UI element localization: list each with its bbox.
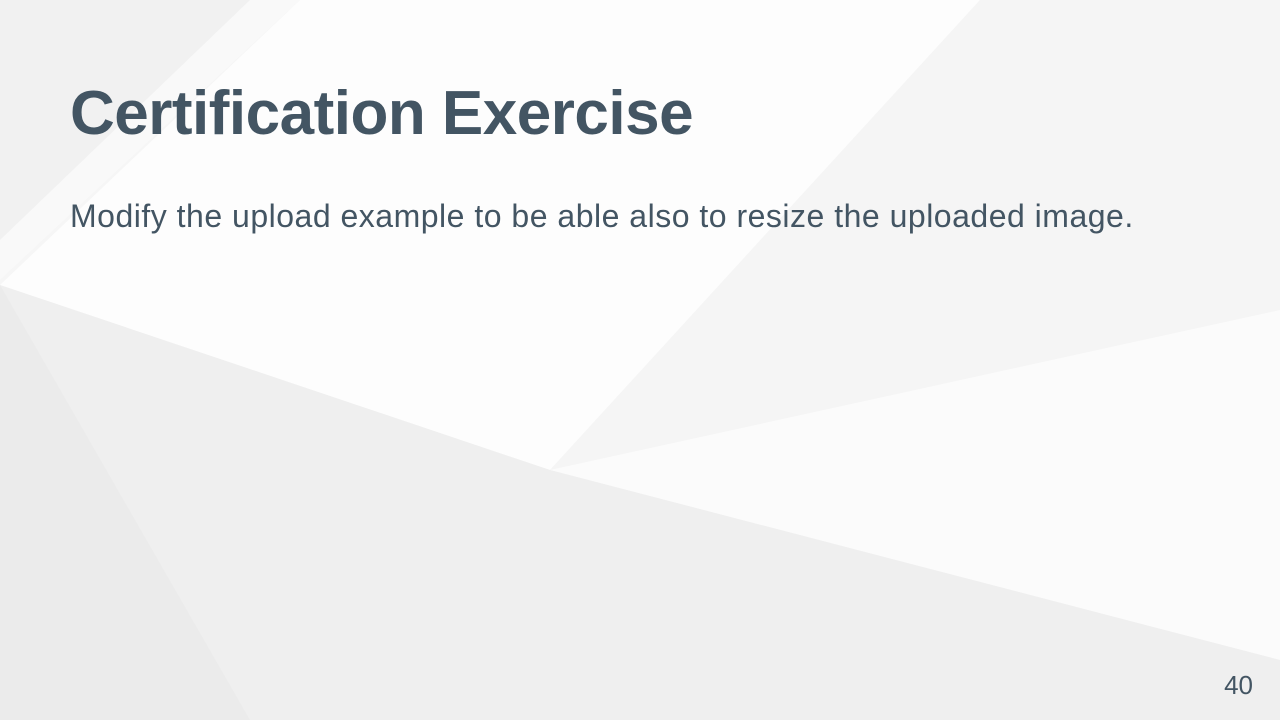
slide-title: Certification Exercise — [70, 79, 694, 148]
slide: Certification Exercise Modify the upload… — [0, 0, 1280, 720]
page-number: 40 — [1224, 670, 1253, 700]
slide-body-text: Modify the upload example to be able als… — [70, 198, 1134, 234]
